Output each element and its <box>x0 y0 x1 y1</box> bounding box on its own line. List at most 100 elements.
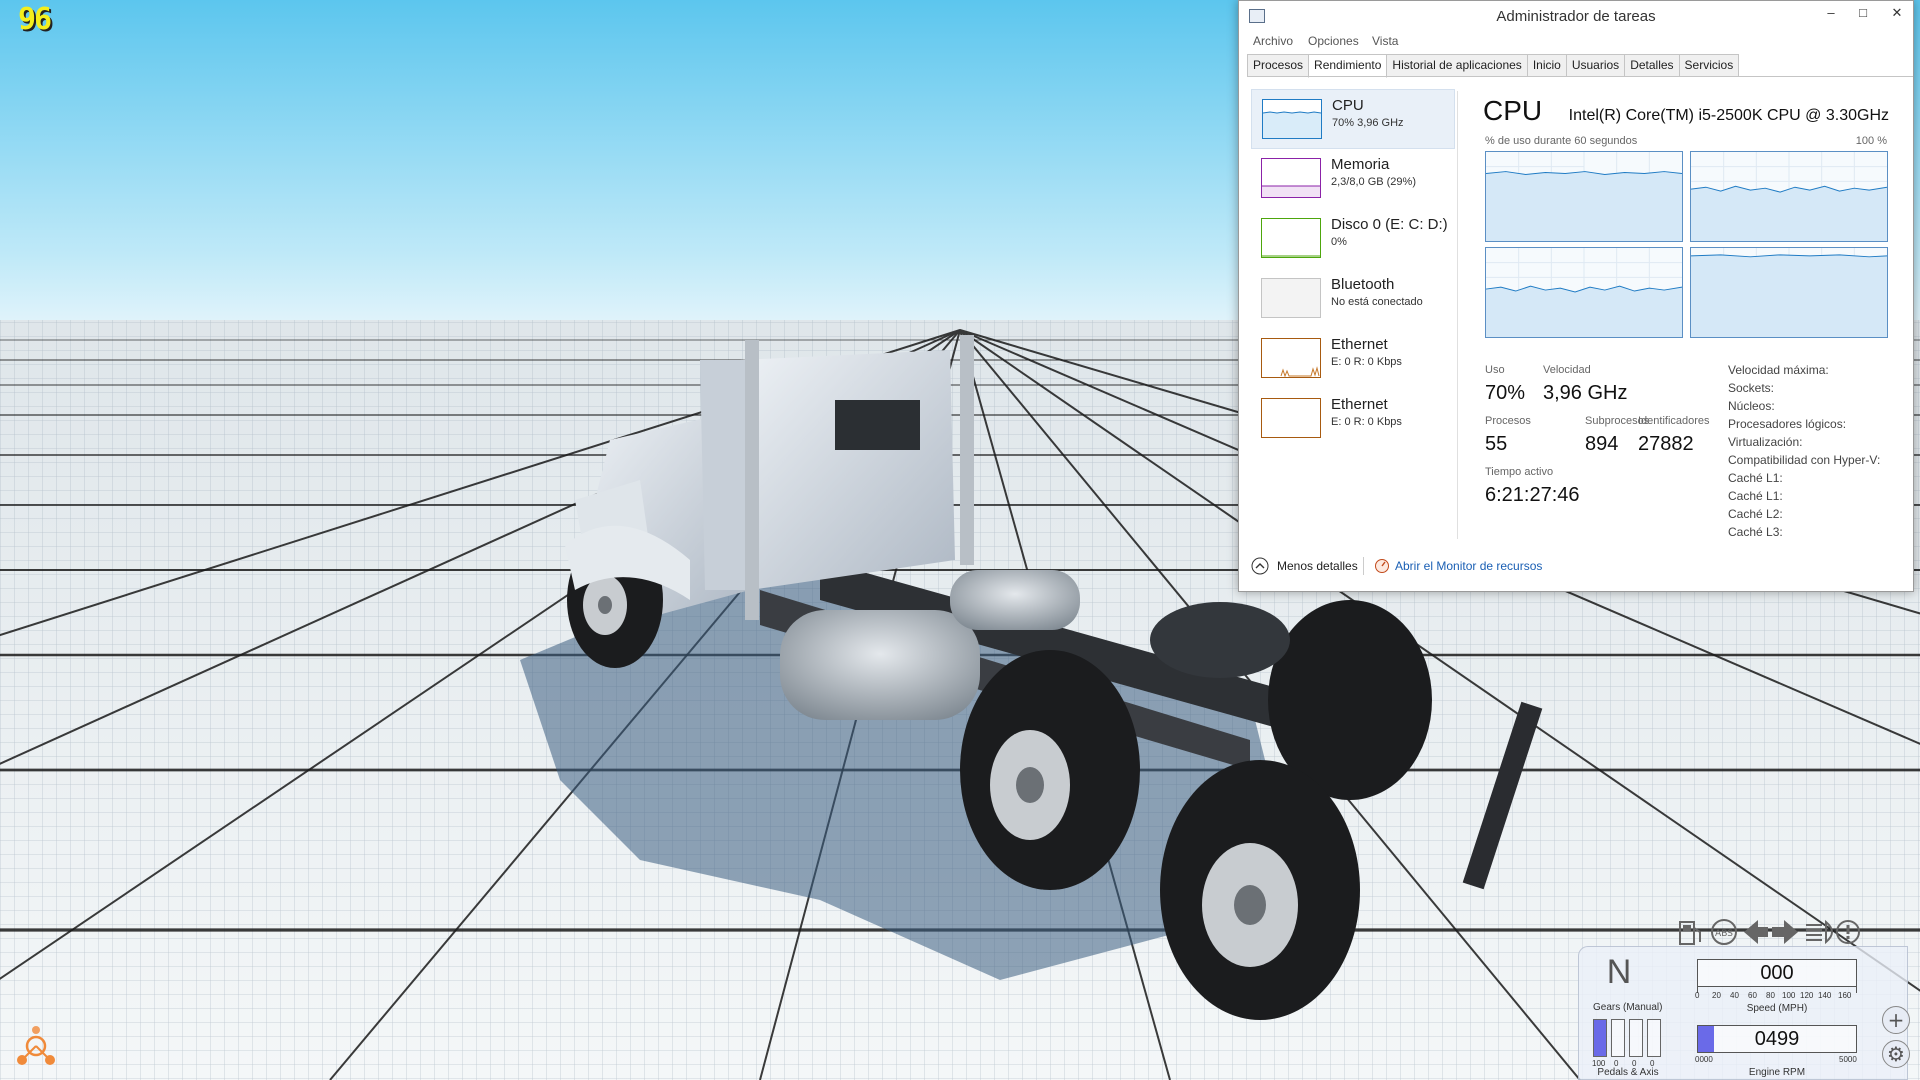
perf-item-bluetooth[interactable]: Bluetooth No está conectado <box>1251 269 1455 329</box>
perf-item-disco[interactable]: Disco 0 (E: C: D:) 0% <box>1251 209 1455 269</box>
perf-item-ethernet-1[interactable]: Ethernet E: 0 R: 0 Kbps <box>1251 329 1455 389</box>
speed-label: Speed (MPH) <box>1746 1003 1808 1014</box>
spec-virtualizacion: Virtualización: <box>1728 435 1803 449</box>
spec-cache-l2: Caché L2: <box>1728 507 1783 521</box>
gear-icon[interactable]: ⚙ <box>1882 1040 1910 1068</box>
cpu-thumbnail-graph <box>1262 99 1322 139</box>
tab-usuarios[interactable]: Usuarios <box>1565 54 1626 77</box>
memory-thumbnail-graph <box>1261 158 1321 198</box>
task-manager-window[interactable]: Administrador de tareas – □ ✕ Archivo Op… <box>1238 0 1914 592</box>
procesos-label: Procesos <box>1485 415 1531 427</box>
tab-rendimiento[interactable]: Rendimiento <box>1308 54 1388 78</box>
tab-divider <box>1247 76 1913 77</box>
tab-inicio[interactable]: Inicio <box>1526 54 1567 77</box>
speed-tick: 20 <box>1712 991 1721 1000</box>
spec-procesadores-logicos: Procesadores lógicos: <box>1728 417 1847 431</box>
perf-item-value: No está conectado <box>1331 296 1423 308</box>
menu-vista[interactable]: Vista <box>1372 34 1398 48</box>
game-logo-icon <box>17 1026 55 1065</box>
tab-historial[interactable]: Historial de aplicaciones <box>1386 54 1528 77</box>
identificadores-value: 27882 <box>1638 433 1694 455</box>
menu-opciones[interactable]: Opciones <box>1308 34 1359 48</box>
disk-thumbnail-graph <box>1261 218 1321 258</box>
speed-scale <box>1697 987 1857 993</box>
brake-pedal-bar <box>1611 1019 1625 1057</box>
perf-item-name: Ethernet <box>1331 396 1388 413</box>
cpu-model: Intel(R) Core(TM) i5-2500K CPU @ 3.30GHz <box>1568 107 1889 124</box>
perf-item-name: Bluetooth <box>1331 276 1395 293</box>
tiempo-activo-value: 6:21:27:46 <box>1485 484 1580 506</box>
velocidad-label: Velocidad <box>1543 364 1591 376</box>
fps-counter: 96 <box>18 2 52 37</box>
resource-monitor-link[interactable]: Abrir el Monitor de recursos <box>1395 559 1542 573</box>
menu-bar: Archivo Opciones Vista <box>1239 31 1913 53</box>
perf-item-value: 2,3/8,0 GB (29%) <box>1331 176 1416 188</box>
spec-cache-l3: Caché L3: <box>1728 525 1783 539</box>
add-button[interactable]: + <box>1882 1006 1910 1034</box>
spec-sockets: Sockets: <box>1728 381 1775 395</box>
link-separator <box>1363 557 1364 575</box>
pedals-label: Pedals & Axis <box>1597 1067 1659 1078</box>
menu-archivo[interactable]: Archivo <box>1253 34 1293 48</box>
gear-indicator: N <box>1606 953 1632 991</box>
spec-velocidad-maxima: Velocidad máxima: <box>1728 363 1829 377</box>
throttle-pedal-bar <box>1593 1019 1607 1057</box>
tab-procesos[interactable]: Procesos <box>1247 54 1310 77</box>
rpm-label: Engine RPM <box>1748 1067 1806 1078</box>
rpm-value: 0499 <box>1754 1028 1800 1050</box>
speed-tick: 100 <box>1782 991 1796 1000</box>
rpm-display: 0499 <box>1697 1025 1857 1053</box>
core-graph-3 <box>1485 247 1683 338</box>
bluetooth-thumbnail-graph <box>1261 278 1321 318</box>
tab-detalles[interactable]: Detalles <box>1624 54 1680 77</box>
core-graph-2 <box>1690 151 1888 242</box>
perf-item-memoria[interactable]: Memoria 2,3/8,0 GB (29%) <box>1251 149 1455 209</box>
headlight-icon <box>1806 919 1833 945</box>
perf-item-value: E: 0 R: 0 Kbps <box>1331 356 1402 368</box>
cpu-heading: CPU <box>1483 95 1543 126</box>
perf-item-value: 0% <box>1331 236 1347 248</box>
cpu-core-graphs <box>1485 151 1889 339</box>
perf-item-cpu[interactable]: CPU 70% 3,96 GHz <box>1251 89 1455 149</box>
spec-hyper-v: Compatibilidad con Hyper-V: <box>1728 453 1881 467</box>
tiempo-activo-label: Tiempo activo <box>1485 466 1554 478</box>
subprocesos-value: 894 <box>1585 433 1619 455</box>
maximize-button[interactable]: □ <box>1851 3 1875 23</box>
rpm-max: 5000 <box>1839 1055 1857 1064</box>
core-graph-4 <box>1690 247 1888 338</box>
graph-caption: % de uso durante 60 segundos <box>1485 135 1638 147</box>
procesos-value: 55 <box>1485 433 1508 455</box>
core-graph-1 <box>1485 151 1683 242</box>
chevron-up-icon[interactable] <box>1251 557 1269 575</box>
speed-tick: 60 <box>1748 991 1757 1000</box>
fewer-details-link[interactable]: Menos detalles <box>1277 559 1358 573</box>
steering-axis-bar <box>1647 1019 1661 1057</box>
ethernet-thumbnail-graph <box>1261 338 1321 378</box>
speed-display: 000 <box>1697 959 1857 987</box>
performance-list: CPU 70% 3,96 GHz Memoria 2,3/8,0 GB (29%… <box>1251 89 1455 449</box>
perf-item-name: CPU <box>1332 97 1364 114</box>
perf-item-name: Ethernet <box>1331 336 1388 353</box>
uso-label: Uso <box>1485 364 1505 376</box>
rpm-min: 0000 <box>1695 1055 1713 1064</box>
uso-value: 70% <box>1485 382 1526 404</box>
spec-nucleos: Núcleos: <box>1728 399 1775 413</box>
minimize-button[interactable]: – <box>1819 3 1843 23</box>
warning-icon <box>1836 920 1860 944</box>
spec-cache-l1-b: Caché L1: <box>1728 489 1783 503</box>
vehicle-hud: N Gears (Manual) 000 0 20 40 60 80 100 1… <box>1578 946 1908 1080</box>
left-signal-icon <box>1744 920 1768 944</box>
title-bar[interactable]: Administrador de tareas – □ ✕ <box>1239 1 1913 31</box>
tab-servicios[interactable]: Servicios <box>1678 54 1740 77</box>
abs-icon: ABS <box>1711 919 1737 945</box>
fuel-icon <box>1679 921 1701 945</box>
hud-indicator-bar: ABS <box>1679 919 1860 945</box>
right-signal-icon <box>1772 920 1798 944</box>
velocidad-value: 3,96 GHz <box>1543 382 1628 404</box>
close-button[interactable]: ✕ <box>1885 3 1909 23</box>
window-title: Administrador de tareas <box>1496 8 1656 25</box>
resource-monitor-icon <box>1375 559 1389 573</box>
perf-item-ethernet-2[interactable]: Ethernet E: 0 R: 0 Kbps <box>1251 389 1455 449</box>
speed-tick: 140 <box>1818 991 1832 1000</box>
panel-divider <box>1457 91 1458 539</box>
